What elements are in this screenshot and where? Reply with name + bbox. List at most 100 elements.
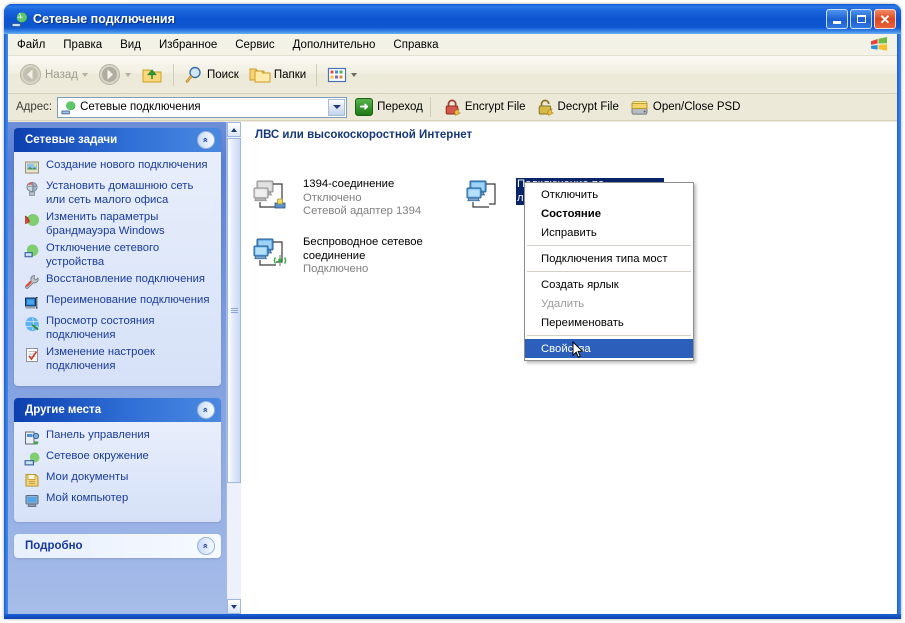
up-folder-icon <box>141 65 163 85</box>
sidebar-item-my-documents[interactable]: Мои документы <box>24 471 213 488</box>
views-dropdown-icon[interactable] <box>351 73 357 77</box>
context-menu-item-disable[interactable]: Отключить <box>525 185 693 204</box>
encrypt-file-button[interactable]: Encrypt File <box>438 92 531 122</box>
connection-device: Сетевой адаптер 1394 <box>303 205 421 219</box>
panel-other-places-body: Панель управления <box>14 422 221 522</box>
views-button[interactable] <box>322 60 362 90</box>
panel-network-tasks-header[interactable]: Сетевые задачи « <box>14 128 221 152</box>
address-label: Адрес: <box>16 101 52 113</box>
sidebar-item-repair[interactable]: Восстановление подключения <box>24 273 213 290</box>
menu-help[interactable]: Справка <box>384 37 447 53</box>
panel-details-header[interactable]: Подробно « <box>14 534 221 558</box>
sidebar-item-label: Панель управления <box>46 429 150 443</box>
context-menu[interactable]: Отключить Состояние Исправить Подключени… <box>524 182 694 361</box>
panel-other-places-header[interactable]: Другие места « <box>14 398 221 422</box>
sidebar-item-label: Отключение сетевого устройства <box>46 242 213 269</box>
new-connection-icon <box>24 160 40 176</box>
decrypt-file-label: Decrypt File <box>558 101 619 113</box>
scroll-up-button[interactable] <box>227 122 241 137</box>
panel-other-places: Другие места « <box>14 398 221 522</box>
folders-button[interactable]: Папки <box>244 60 311 90</box>
maximize-button[interactable] <box>850 9 872 29</box>
decrypt-file-button[interactable]: Decrypt File <box>531 92 624 122</box>
open-close-psd-label: Open/Close PSD <box>653 101 741 113</box>
sidebar-item-my-computer[interactable]: Мой компьютер <box>24 492 213 509</box>
sidebar-item-change-settings[interactable]: Изменение настроек подключения <box>24 346 213 373</box>
search-icon <box>184 65 204 85</box>
menu-favorites[interactable]: Избранное <box>150 37 226 53</box>
connection-name: 1394-соединение <box>303 178 421 192</box>
go-arrow-glyph: ➜ <box>360 102 369 113</box>
back-button[interactable]: Назад <box>14 60 93 90</box>
open-close-psd-button[interactable]: Open/Close PSD <box>624 92 746 122</box>
title-bar[interactable]: Сетевые подключения ✕ <box>4 4 901 34</box>
search-button[interactable]: Поиск <box>179 60 244 90</box>
up-button[interactable] <box>136 60 168 90</box>
wireless-connection-icon <box>253 233 299 273</box>
settings-checklist-icon <box>24 347 40 363</box>
toolbar: Назад <box>8 56 897 94</box>
lan-connection-icon <box>466 175 512 215</box>
close-icon: ✕ <box>880 13 891 26</box>
connections-list-area[interactable]: ЛВС или высокоскоростной Интернет <box>241 122 897 614</box>
chevron-down-icon <box>333 105 341 109</box>
context-menu-separator <box>527 271 691 272</box>
scrollbar-thumb[interactable] <box>227 138 241 483</box>
sidebar-item-firewall[interactable]: Изменить параметры брандмауэра Windows <box>24 211 213 238</box>
address-separator <box>430 97 431 117</box>
sidebar-panels: Сетевые задачи « <box>8 122 227 570</box>
menu-edit[interactable]: Правка <box>54 37 111 53</box>
context-menu-item-bridge[interactable]: Подключения типа мост <box>525 249 693 268</box>
sidebar-scrollbar[interactable] <box>226 122 241 614</box>
go-button[interactable]: ➜ Переход <box>355 98 423 116</box>
back-arrow-icon <box>19 63 42 86</box>
panel-network-tasks: Сетевые задачи « <box>14 128 221 386</box>
sidebar-item-rename[interactable]: Переименование подключения <box>24 294 213 311</box>
back-dropdown-icon[interactable] <box>82 73 88 77</box>
firewall-icon <box>24 212 40 228</box>
sidebar-item-label: Просмотр состояния подключения <box>46 315 213 342</box>
context-menu-item-properties[interactable]: Свойства <box>525 339 693 358</box>
minimize-button[interactable] <box>826 9 848 29</box>
explorer-body: Сетевые задачи « <box>8 122 897 614</box>
disable-device-icon <box>24 243 40 259</box>
network-globe-icon <box>11 11 28 28</box>
sidebar-item-status[interactable]: Просмотр состояния подключения <box>24 315 213 342</box>
context-menu-item-status[interactable]: Состояние <box>525 204 693 223</box>
sidebar-item-label: Восстановление подключения <box>46 273 205 287</box>
connection-item-wireless[interactable]: Беспроводное сетевое соединение Подключе… <box>253 233 468 277</box>
sidebar-item-label: Мой компьютер <box>46 492 128 506</box>
context-menu-item-create-shortcut[interactable]: Создать ярлык <box>525 275 693 294</box>
client-area: Файл Правка Вид Избранное Сервис Дополни… <box>8 34 897 614</box>
folders-icon <box>249 65 271 85</box>
menu-tools[interactable]: Сервис <box>226 37 283 53</box>
scroll-down-button[interactable] <box>227 599 241 614</box>
sidebar-item-label: Сетевое окружение <box>46 450 149 464</box>
collapse-chevron-icon[interactable]: « <box>197 537 215 555</box>
sidebar-item-new-connection[interactable]: Создание нового подключения <box>24 159 213 176</box>
forward-button[interactable] <box>93 60 136 90</box>
connection-item-1394[interactable]: 1394-соединение Отключено Сетевой адапте… <box>253 175 468 219</box>
windows-flag-logo <box>869 36 889 54</box>
sidebar-item-network-places[interactable]: Сетевое окружение <box>24 450 213 467</box>
context-menu-item-rename[interactable]: Переименовать <box>525 313 693 332</box>
forward-dropdown-icon[interactable] <box>125 73 131 77</box>
sidebar-item-home-network[interactable]: Установить домашнюю сеть или сеть малого… <box>24 180 213 207</box>
menu-view[interactable]: Вид <box>111 37 150 53</box>
panel-other-places-title: Другие места <box>25 404 101 416</box>
menu-file[interactable]: Файл <box>8 37 54 53</box>
repair-wrench-icon <box>24 274 40 290</box>
collapse-chevron-icon[interactable]: « <box>197 131 215 149</box>
sidebar-item-label: Мои документы <box>46 471 128 485</box>
sidebar-item-control-panel[interactable]: Панель управления <box>24 429 213 446</box>
connection-state: Отключено <box>303 192 421 206</box>
context-menu-item-repair[interactable]: Исправить <box>525 223 693 242</box>
close-button[interactable]: ✕ <box>874 9 896 29</box>
collapse-chevron-icon[interactable]: « <box>197 401 215 419</box>
address-input[interactable]: Сетевые подключения <box>57 97 347 118</box>
sidebar-item-disable-device[interactable]: Отключение сетевого устройства <box>24 242 213 269</box>
sidebar-item-label: Переименование подключения <box>46 294 209 308</box>
menu-advanced[interactable]: Дополнительно <box>284 37 385 53</box>
address-dropdown-button[interactable] <box>328 99 345 116</box>
psd-drive-icon <box>629 99 650 116</box>
